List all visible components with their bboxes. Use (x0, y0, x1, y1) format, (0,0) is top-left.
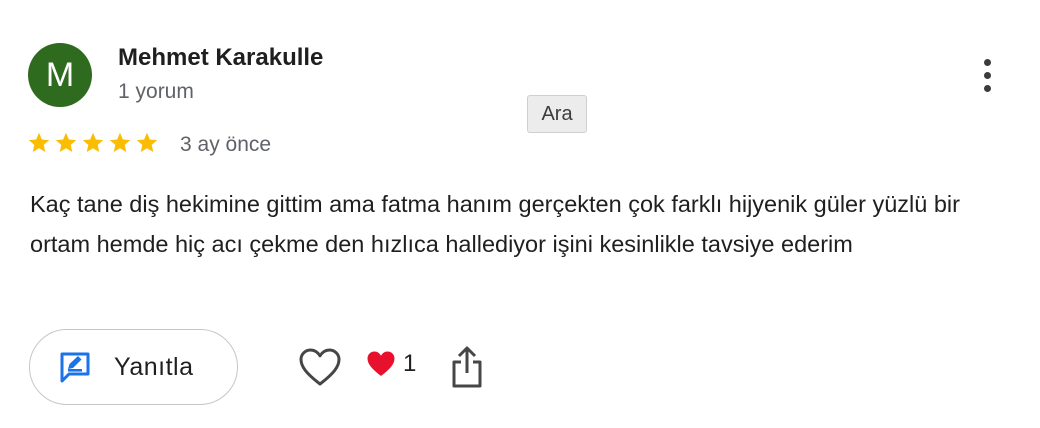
star-icon (136, 132, 158, 152)
red-heart-icon (367, 351, 395, 376)
share-icon (452, 346, 482, 388)
star-icon (55, 132, 77, 152)
author-review-count: 1 yorum (118, 80, 194, 103)
avatar-initial: M (45, 55, 75, 94)
star-icon (28, 132, 50, 152)
reply-edit-icon (60, 352, 90, 383)
star-icon (82, 132, 104, 152)
heart-outline-icon (299, 348, 341, 386)
star-rating (27, 131, 159, 155)
more-options-button[interactable] (970, 55, 1004, 95)
author-name[interactable]: Mehmet Karakulle (118, 44, 323, 72)
like-button[interactable] (297, 346, 343, 388)
reaction-summary[interactable]: 1 (366, 350, 416, 378)
more-vert-icon-dot (983, 84, 991, 92)
tooltip-label: Ara (541, 102, 573, 125)
more-vert-icon (983, 58, 991, 66)
reply-button-label: Yanıtla (114, 352, 194, 381)
review-text: Kaç tane diş hekimine gittim ama fatma h… (30, 191, 960, 257)
more-vert-icon-dot (983, 71, 991, 79)
tooltip: Ara (527, 95, 587, 133)
reply-button[interactable]: Yanıtla (29, 329, 238, 405)
share-button[interactable] (450, 345, 484, 389)
avatar[interactable]: M (28, 43, 92, 107)
star-icon (109, 132, 131, 152)
review-date: 3 ay önce (180, 133, 272, 156)
reaction-count: 1 (403, 350, 417, 377)
